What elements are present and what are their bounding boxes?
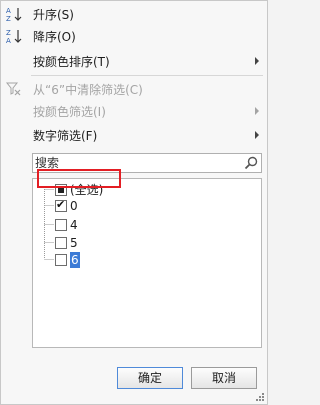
menu-sort-ascending[interactable]: A Z 升序(S)	[1, 3, 267, 25]
sort-ascending-icon: A Z	[6, 7, 22, 22]
menu-separator	[31, 75, 263, 76]
sort-icon-top-letter: Z	[6, 29, 11, 37]
menu-sort-descending-label: 降序(O)	[33, 30, 76, 44]
clear-filter-icon	[5, 82, 21, 96]
cancel-button[interactable]: 取消	[191, 367, 257, 389]
filter-item-label: 0	[70, 199, 78, 213]
filter-item-checkbox[interactable]	[55, 219, 67, 231]
filter-item-label: 4	[70, 218, 78, 232]
resize-grip-icon[interactable]	[256, 393, 264, 401]
filter-value-list: (全选) 0 4 5 6	[32, 178, 262, 348]
sort-icon-bottom-letter: A	[6, 37, 11, 44]
menu-sort-by-color-label: 按颜色排序(T)	[33, 55, 110, 69]
tree-connector-lines	[44, 189, 54, 260]
filter-item-checkbox[interactable]	[55, 237, 67, 249]
menu-sort-by-color[interactable]: 按颜色排序(T)	[1, 50, 267, 72]
submenu-arrow-icon	[255, 57, 259, 65]
menu-clear-filter-label: 从“6”中清除筛选(C)	[33, 83, 143, 97]
filter-item-checkbox[interactable]	[55, 254, 67, 266]
sort-icon-top-letter: A	[6, 7, 11, 15]
filter-item-label: 5	[70, 236, 78, 250]
submenu-arrow-icon	[255, 131, 259, 139]
menu-filter-by-color-label: 按颜色筛选(I)	[33, 105, 106, 119]
menu-sort-ascending-label: 升序(S)	[33, 8, 74, 22]
filter-item-label: 6	[70, 252, 80, 268]
ok-button[interactable]: 确定	[117, 367, 183, 389]
menu-number-filters[interactable]: 数字筛选(F)	[1, 124, 267, 146]
sort-icon-bottom-letter: Z	[6, 15, 11, 22]
sort-descending-icon: Z A	[6, 29, 22, 44]
submenu-arrow-icon	[255, 107, 259, 115]
menu-sort-descending[interactable]: Z A 降序(O)	[1, 25, 267, 47]
autofilter-dropdown: A Z 升序(S) Z A 降序(O) 按颜色排序(T) 从“6”中清除筛选(C…	[0, 0, 268, 405]
menu-clear-filter[interactable]: 从“6”中清除筛选(C)	[1, 78, 267, 100]
search-icon[interactable]	[244, 156, 258, 170]
filter-item-checkbox[interactable]	[55, 198, 67, 212]
menu-filter-by-color[interactable]: 按颜色筛选(I)	[1, 100, 267, 122]
menu-number-filters-label: 数字筛选(F)	[33, 129, 98, 143]
highlight-annotation-box	[37, 169, 121, 188]
